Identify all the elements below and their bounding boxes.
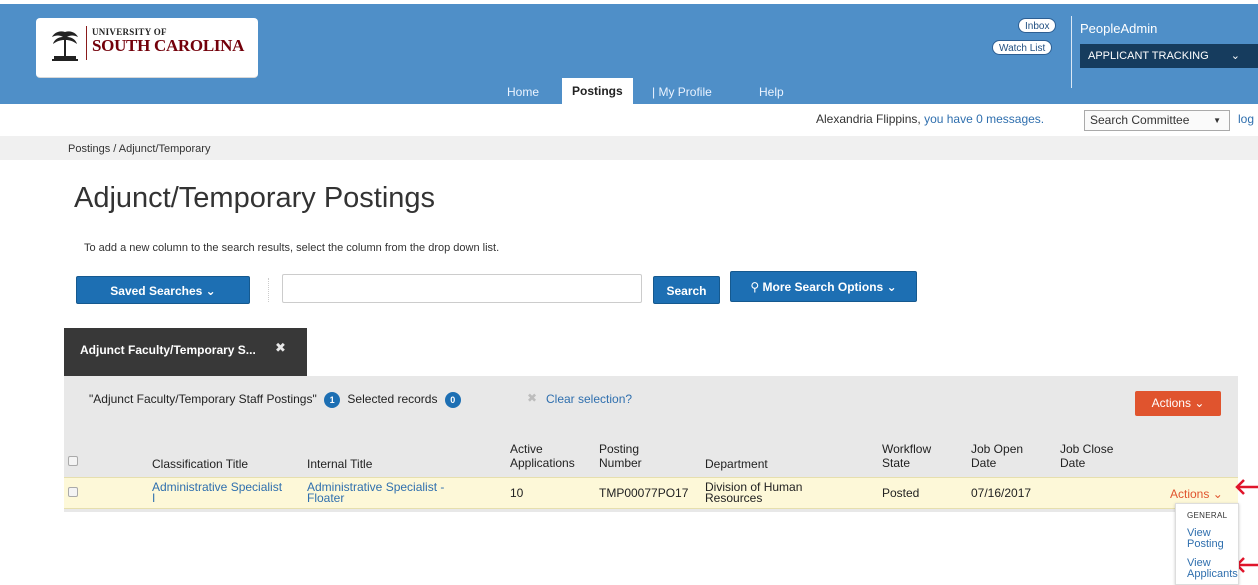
bulk-actions-button[interactable]: Actions ⌄ [1135, 391, 1221, 416]
header-divider [1071, 16, 1072, 88]
role-select[interactable]: Search Committee ▼ [1084, 110, 1230, 131]
page-title: Adjunct/Temporary Postings [74, 182, 436, 214]
cell-line: I [152, 491, 156, 505]
nav-help[interactable]: Help [759, 80, 784, 104]
dropdown-arrow-icon: ▼ [1213, 116, 1221, 125]
saved-search-tab[interactable]: Adjunct Faculty/Temporary S... ✖ [64, 328, 307, 376]
menu-item-line: Applicants [1187, 568, 1238, 580]
column-hint-text: To add a new column to the search result… [84, 242, 500, 254]
column-header-workflow-state[interactable]: Workflow State [882, 442, 931, 470]
palmetto-tree-icon [52, 31, 78, 61]
job-open-date-cell: 07/16/2017 [971, 486, 1032, 500]
view-applicants-menu-item[interactable]: View Applicants [1187, 558, 1239, 580]
logout-link[interactable]: log [1238, 112, 1254, 126]
header-line: Job Open [971, 442, 1024, 456]
brand-label: PeopleAdmin [1080, 21, 1158, 36]
module-select-label: APPLICANT TRACKING [1088, 50, 1209, 62]
column-header-posting-number[interactable]: Posting Number [599, 442, 642, 470]
chevron-down-icon: ⌄ [1230, 50, 1240, 62]
active-applications-cell: 10 [510, 486, 524, 500]
chevron-down-icon: ⌄ [1194, 396, 1205, 410]
header-line: Active [510, 442, 543, 456]
results-title: "Adjunct Faculty/Temporary Staff Posting… [89, 392, 317, 407]
header-line: State [882, 456, 911, 470]
selected-count-badge: 0 [444, 392, 461, 408]
cell-line: Floater [307, 491, 345, 505]
posting-number-cell: TMP00077PO17 [599, 486, 689, 500]
role-select-value: Search Committee [1090, 113, 1190, 127]
cell-line: Administrative Specialist [152, 480, 283, 494]
header-line: Date [971, 456, 997, 470]
view-posting-menu-item[interactable]: View Posting [1187, 528, 1239, 550]
column-header-internal-title[interactable]: Internal Title [307, 457, 372, 471]
internal-title-link[interactable]: Administrative Specialist - Floater [307, 481, 444, 505]
results-count-badge: 1 [324, 392, 341, 408]
breadcrumb[interactable]: Postings / Adjunct/Temporary [68, 143, 210, 155]
row-actions-button[interactable]: Actions ⌄ [1170, 487, 1223, 501]
menu-item-line: Posting [1187, 538, 1224, 550]
column-header-job-open-date[interactable]: Job Open Date [971, 442, 1023, 470]
search-input[interactable] [282, 274, 642, 303]
clear-icon: ✖ [527, 391, 538, 405]
inbox-button[interactable]: Inbox [1018, 18, 1057, 33]
user-name: Alexandria Flippins, [816, 112, 921, 126]
column-header-department[interactable]: Department [705, 457, 768, 471]
clear-selection-link[interactable]: Clear selection? [546, 392, 632, 406]
row-actions-menu: GENERAL View Posting View Applicants [1175, 503, 1239, 585]
selected-records-label: Selected records [347, 392, 438, 407]
select-all-checkbox[interactable] [68, 456, 78, 466]
header-line: Posting [599, 442, 640, 456]
more-search-options-label: More Search Options [762, 280, 884, 294]
column-header-active-applications[interactable]: Active Applications [510, 442, 575, 470]
classification-title-link[interactable]: Administrative Specialist I [152, 480, 283, 505]
results-summary: "Adjunct Faculty/Temporary Staff Posting… [89, 392, 465, 408]
divider [268, 278, 269, 302]
header-line: Applications [510, 456, 575, 470]
search-button[interactable]: Search [653, 276, 720, 304]
menu-section-heading: GENERAL [1187, 511, 1228, 520]
nav-home[interactable]: Home [507, 80, 539, 104]
red-arrow-icon [1235, 479, 1258, 495]
saved-searches-button[interactable]: Saved Searches ⌄ [76, 276, 250, 304]
module-select[interactable]: APPLICANT TRACKING ⌄ [1080, 44, 1258, 68]
workflow-state-cell: Posted [882, 486, 920, 500]
chevron-down-icon: ⌄ [205, 284, 216, 298]
nav-my-profile[interactable]: | My Profile [652, 80, 712, 104]
department-cell: Division of Human Resources [705, 481, 802, 505]
header-line: Date [1060, 456, 1086, 470]
magnifier-icon: ⚲ [750, 280, 760, 294]
university-logo[interactable]: UNIVERSITY OF SOUTH CAROLINA [36, 18, 258, 78]
close-icon[interactable]: ✖ [275, 340, 286, 356]
nav-postings[interactable]: Postings [562, 78, 633, 104]
site-header: UNIVERSITY OF SOUTH CAROLINA Inbox Watch… [0, 4, 1258, 104]
saved-searches-label: Saved Searches [110, 284, 203, 298]
logo-line2: SOUTH CAROLINA [92, 36, 245, 55]
watch-list-button[interactable]: Watch List [992, 40, 1053, 55]
header-line: Number [599, 456, 642, 470]
cell-line: Resources [705, 491, 763, 505]
row-checkbox[interactable] [68, 487, 78, 497]
header-line: Workflow [882, 442, 932, 456]
header-line: Job Close [1060, 442, 1114, 456]
more-search-options-button[interactable]: ⚲ More Search Options ⌄ [730, 271, 917, 302]
messages-link[interactable]: you have 0 messages. [924, 112, 1044, 126]
logo-divider [86, 26, 87, 60]
saved-search-tab-label: Adjunct Faculty/Temporary S... [80, 343, 256, 357]
bulk-actions-label: Actions [1151, 396, 1191, 410]
column-header-job-close-date[interactable]: Job Close Date [1060, 442, 1113, 470]
user-message-bar: Alexandria Flippins, you have 0 messages… [816, 112, 1044, 126]
chevron-down-icon: ⌄ [1212, 487, 1223, 501]
row-actions-label: Actions [1170, 487, 1210, 501]
column-header-classification-title[interactable]: Classification Title [152, 457, 248, 471]
chevron-down-icon: ⌄ [886, 280, 897, 294]
